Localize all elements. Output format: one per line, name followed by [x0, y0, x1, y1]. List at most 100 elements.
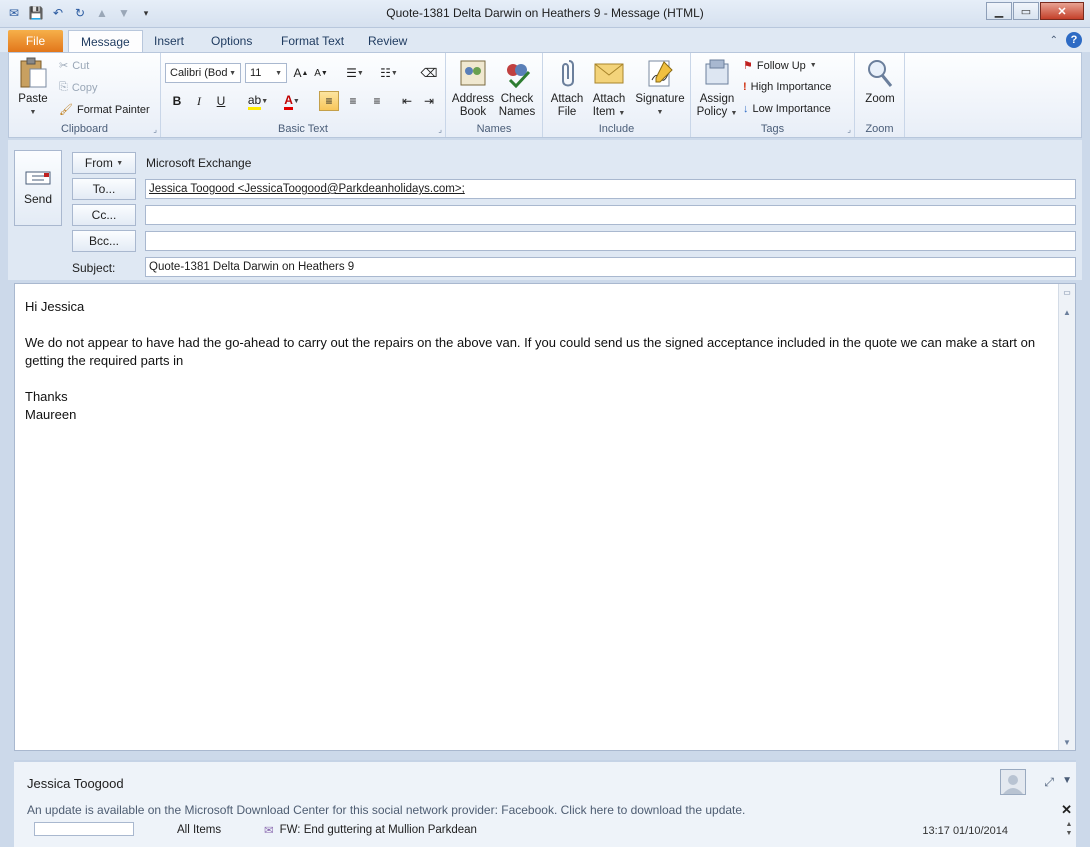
bold-icon[interactable]: B: [167, 91, 187, 111]
zoom-button[interactable]: Zoom: [859, 57, 901, 106]
copy-button[interactable]: ⎘ Copy: [59, 81, 98, 94]
format-painter-icon: 🖌: [59, 104, 73, 116]
decrease-indent-icon[interactable]: ⇤: [397, 91, 417, 111]
avatar[interactable]: [1000, 769, 1026, 795]
check-names-button[interactable]: Check Names: [496, 57, 538, 119]
basic-text-group-label: Basic Text: [278, 123, 328, 135]
policy-icon: [701, 57, 733, 89]
to-recipient[interactable]: Jessica Toogood <JessicaToogood@Parkdean…: [149, 183, 465, 195]
ruler-toggle-icon[interactable]: ▭: [1061, 286, 1073, 298]
send-envelope-icon: [25, 171, 51, 185]
basic-text-group: Calibri (Bod ▼ 11 ▼ A ▲ A ▼ ☰ ▼ ☷ ▼ ⌫ B I U ab…: [161, 53, 446, 137]
low-importance-icon: ↓: [743, 103, 749, 115]
bcc-field[interactable]: [145, 231, 1076, 251]
body-text[interactable]: Hi Jessica We do not appear to have had …: [25, 298, 1055, 424]
scroll-up-icon[interactable]: ▲: [1061, 306, 1073, 318]
activity-item-date: 13:17 01/10/2014: [922, 825, 1008, 837]
font-name-select[interactable]: Calibri (Bod ▼: [165, 63, 241, 83]
align-left-icon[interactable]: ≡: [319, 91, 339, 111]
help-icon[interactable]: ?: [1066, 32, 1082, 48]
copy-icon: ⎘: [59, 81, 68, 93]
font-size-select[interactable]: 11 ▼: [245, 63, 287, 83]
subject-label: Subject:: [72, 261, 116, 275]
from-value: Microsoft Exchange: [146, 156, 252, 170]
basic-text-launcher-icon[interactable]: ⌟: [438, 125, 442, 134]
chevron-down-icon[interactable]: ▼: [1062, 775, 1072, 786]
clear-formatting-icon[interactable]: ⌫: [419, 63, 439, 83]
numbering-icon[interactable]: ☷ ▼: [375, 63, 403, 83]
cc-field[interactable]: [145, 205, 1076, 225]
people-pane-photo-box: [34, 822, 134, 836]
clipboard-group: Paste ▼ ✂ Cut ⎘ Copy 🖌 Format Painter Cl…: [9, 53, 161, 137]
font-color-icon[interactable]: A ▼: [277, 91, 307, 111]
magnifier-icon: [864, 57, 896, 89]
signature-button[interactable]: Signature ▼: [633, 57, 687, 119]
increase-indent-icon[interactable]: ⇥: [419, 91, 439, 111]
grow-font-icon[interactable]: A ▲: [291, 63, 311, 83]
align-center-icon[interactable]: ≡: [343, 91, 363, 111]
clipboard-launcher-icon[interactable]: ⌟: [153, 125, 157, 134]
tab-insert[interactable]: Insert: [142, 30, 196, 52]
tab-options[interactable]: Options: [199, 30, 264, 52]
minimize-ribbon-icon[interactable]: ⌃: [1050, 35, 1058, 46]
bcc-button[interactable]: Bcc...: [72, 230, 136, 252]
names-group-label: Names: [476, 123, 512, 135]
scroll-down-icon[interactable]: ▼: [1061, 736, 1073, 748]
send-button[interactable]: Send: [14, 150, 62, 226]
tags-group-label: Tags: [760, 123, 785, 135]
signature-icon: [644, 57, 676, 89]
high-importance-icon: !: [743, 81, 747, 93]
tab-format-text[interactable]: Format Text: [269, 30, 356, 52]
attach-file-button[interactable]: Attach File: [547, 57, 587, 119]
ribbon: Paste ▼ ✂ Cut ⎘ Copy 🖌 Format Painter Cl…: [8, 52, 1082, 138]
ribbon-tabs: File Message Insert Options Format Text …: [0, 28, 1090, 52]
message-body[interactable]: Hi Jessica We do not appear to have had …: [14, 283, 1076, 751]
expand-pane-icon[interactable]: ⤢: [1044, 775, 1054, 790]
to-button[interactable]: To...: [72, 178, 136, 200]
body-paragraph: We do not appear to have had the go-ahea…: [25, 335, 1036, 368]
assign-policy-button[interactable]: Assign Policy ▼: [695, 57, 739, 120]
address-book-button[interactable]: Address Book: [452, 57, 494, 119]
close-notice-icon[interactable]: ✕: [1061, 802, 1072, 818]
high-importance-button[interactable]: ! High Importance: [743, 81, 831, 93]
format-painter-button[interactable]: 🖌 Format Painter: [59, 103, 150, 117]
tab-file[interactable]: File: [8, 30, 63, 52]
body-greeting: Hi Jessica: [25, 299, 85, 314]
message-header: Send From ▼ Microsoft Exchange To... Jes…: [8, 140, 1082, 280]
follow-up-button[interactable]: ⚑ Follow Up ▼: [743, 59, 817, 73]
scissors-icon: ✂: [59, 60, 69, 72]
all-items-tab[interactable]: All Items: [177, 824, 221, 836]
activity-item[interactable]: ✉ FW: End guttering at Mullion Parkdean: [264, 823, 477, 837]
paste-icon: [17, 57, 49, 89]
align-right-icon[interactable]: ≡: [367, 91, 387, 111]
bullets-icon[interactable]: ☰ ▼: [341, 63, 369, 83]
from-button[interactable]: From ▼: [72, 152, 136, 174]
body-scrollbar[interactable]: ▭ ▲ ▼: [1058, 284, 1075, 750]
minimize-button[interactable]: ▁: [986, 2, 1012, 20]
to-field[interactable]: Jessica Toogood <JessicaToogood@Parkdean…: [145, 179, 1076, 199]
window-title: Quote-1381 Delta Darwin on Heathers 9 - …: [386, 6, 704, 20]
cut-button[interactable]: ✂ Cut: [59, 59, 89, 73]
maximize-button[interactable]: ▭: [1013, 2, 1039, 20]
subject-field[interactable]: Quote-1381 Delta Darwin on Heathers 9: [145, 257, 1076, 277]
underline-icon[interactable]: U: [211, 91, 231, 111]
attach-item-button[interactable]: Attach Item ▼: [589, 57, 629, 120]
shrink-font-icon[interactable]: A ▼: [311, 63, 331, 83]
tab-message[interactable]: Message: [68, 30, 143, 52]
italic-icon[interactable]: I: [189, 91, 209, 111]
cc-button[interactable]: Cc...: [72, 204, 136, 226]
low-importance-button[interactable]: ↓ Low Importance: [743, 103, 831, 115]
include-group: Attach File Attach Item ▼ Signature ▼ In…: [543, 53, 691, 137]
check-names-icon: [501, 57, 533, 89]
close-button[interactable]: ✕: [1040, 2, 1084, 20]
people-pane-scroll-arrows[interactable]: ▲ ▼: [1062, 820, 1076, 840]
body-thanks: Thanks: [25, 389, 68, 404]
tags-launcher-icon[interactable]: ⌟: [847, 125, 851, 134]
highlight-icon[interactable]: ab ▼: [243, 91, 273, 111]
mail-item-icon: ✉: [264, 825, 274, 837]
tags-group: Assign Policy ▼ ⚑ Follow Up ▼ ! High Imp…: [691, 53, 855, 137]
names-group: Address Book Check Names Names: [446, 53, 543, 137]
update-notice[interactable]: An update is available on the Microsoft …: [27, 803, 745, 817]
paste-button[interactable]: Paste ▼: [15, 57, 51, 119]
tab-review[interactable]: Review: [356, 30, 419, 52]
